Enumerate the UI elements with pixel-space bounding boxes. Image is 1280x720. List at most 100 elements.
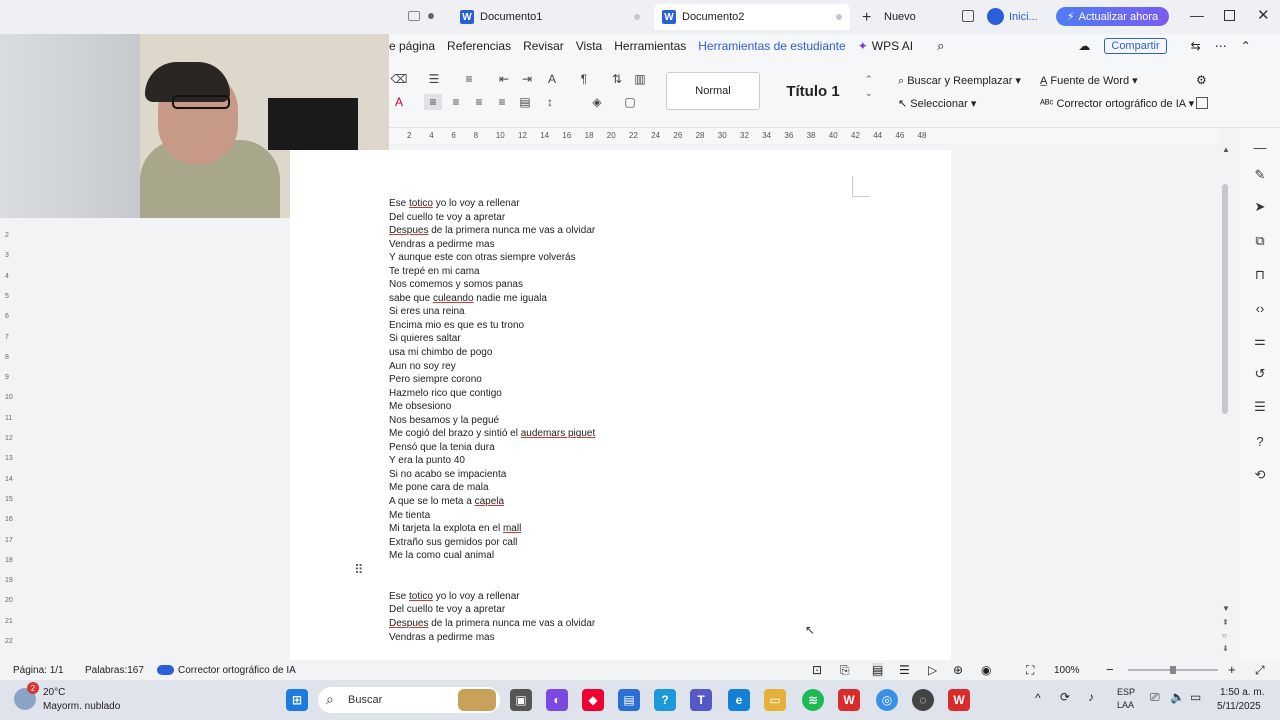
clock-time[interactable]: 1:50 a. m. bbox=[1220, 687, 1264, 698]
restore-icon[interactable] bbox=[1224, 10, 1235, 21]
wps-writer-icon[interactable]: W bbox=[948, 689, 970, 711]
document-line[interactable]: Pensó que la tenia dura bbox=[389, 441, 595, 455]
drag-handle-icon[interactable]: ⠿ bbox=[354, 562, 364, 578]
read-mode-icon[interactable]: ⊡ bbox=[812, 663, 822, 677]
document-line[interactable]: Y aunque este con otras siempre volverás bbox=[389, 251, 595, 265]
misspelled-word[interactable]: capela bbox=[475, 496, 504, 507]
zoom-level[interactable]: 100% bbox=[1054, 665, 1080, 676]
document-line[interactable]: Me pone cara de mala bbox=[389, 481, 595, 495]
sliders-icon[interactable]: ⚌ bbox=[1251, 332, 1269, 350]
justify-icon[interactable]: ≡ bbox=[493, 94, 511, 110]
document-line[interactable]: Me la como cual animal bbox=[389, 549, 595, 563]
word-count[interactable]: Palabras:167 bbox=[85, 665, 144, 676]
login-button[interactable]: Inici... bbox=[1009, 11, 1038, 23]
settings-icon[interactable]: ⚙ bbox=[1196, 73, 1207, 87]
eye-icon[interactable]: ◉ bbox=[981, 663, 991, 677]
volume-icon[interactable]: 🔈 bbox=[1170, 690, 1185, 704]
highlight-icon[interactable]: A bbox=[390, 94, 408, 110]
tab-close-icon[interactable] bbox=[836, 14, 842, 20]
numbering-icon[interactable]: ≡ bbox=[460, 71, 478, 87]
next-page-icon[interactable]: ⇟ bbox=[1222, 644, 1229, 653]
misspelled-word[interactable]: audemars piguet bbox=[521, 428, 596, 439]
weather-widget[interactable]: 2 bbox=[14, 682, 39, 710]
panel-icon[interactable] bbox=[1196, 97, 1208, 109]
document-line[interactable]: Mi tarjeta la explota en el mall bbox=[389, 522, 595, 536]
collapse-icon[interactable]: ⌃ bbox=[1241, 39, 1251, 53]
share-button[interactable]: Compartir bbox=[1104, 38, 1167, 54]
reset-icon[interactable]: ⟲ bbox=[1251, 466, 1269, 484]
outline-icon[interactable]: ☰ bbox=[899, 663, 910, 677]
align-center-icon[interactable]: ≡ bbox=[447, 94, 465, 110]
align-right-icon[interactable]: ≡ bbox=[470, 94, 488, 110]
mic-icon[interactable]: ♪ bbox=[1088, 690, 1094, 704]
document-line[interactable]: Si no acabo se impacienta bbox=[389, 468, 595, 482]
tab-close-icon[interactable] bbox=[634, 14, 640, 20]
app-red-icon[interactable]: ◆ bbox=[582, 689, 604, 711]
clear-format-icon[interactable]: ⌫ bbox=[390, 71, 408, 87]
help-icon[interactable]: ? bbox=[1251, 432, 1269, 450]
document-line[interactable]: Si eres una reina bbox=[389, 305, 595, 319]
document-line[interactable]: Si quieres saltar bbox=[389, 332, 595, 346]
prev-page-icon[interactable]: ⇞ bbox=[1222, 618, 1229, 627]
menu-review[interactable]: Revisar bbox=[523, 39, 564, 53]
lang-primary[interactable]: ESP bbox=[1117, 687, 1135, 697]
distribute-icon[interactable]: ▤ bbox=[516, 94, 534, 110]
document-line[interactable]: Aun no soy rey bbox=[389, 360, 595, 374]
ai-spell-toggle[interactable] bbox=[157, 665, 174, 675]
document-line[interactable]: Despues de la primera nunca me vas a olv… bbox=[389, 224, 595, 238]
start-icon[interactable]: ⊞ bbox=[286, 689, 308, 711]
style-normal[interactable]: Normal bbox=[666, 72, 760, 110]
document-line[interactable] bbox=[389, 576, 595, 590]
find-replace-button[interactable]: ⌕ Buscar y Reemplazar ▾ bbox=[898, 74, 1021, 88]
document-line[interactable]: Encima mio es que es tu trono bbox=[389, 319, 595, 333]
document-line[interactable]: usa mi chimbo de pogo bbox=[389, 346, 595, 360]
document-body[interactable]: Ese totico yo lo voy a rellenar Del cuell… bbox=[389, 197, 595, 644]
minimize-icon[interactable]: — bbox=[1190, 7, 1204, 23]
columns-icon[interactable]: ▥ bbox=[631, 71, 649, 87]
document-line[interactable]: Nos comemos y somos panas bbox=[389, 278, 595, 292]
cloud-icon[interactable]: ☁ bbox=[1078, 39, 1090, 53]
app-circle-icon[interactable]: ◌ bbox=[912, 689, 934, 711]
list-icon[interactable]: ☰ bbox=[1251, 398, 1269, 416]
paragraph-mark-icon[interactable]: ¶ bbox=[575, 71, 593, 87]
close-icon[interactable]: ✕ bbox=[1257, 6, 1270, 24]
help-app-icon[interactable]: ? bbox=[654, 689, 676, 711]
tab-documento1[interactable]: W Documento1 bbox=[452, 4, 648, 30]
align-left-icon[interactable]: ≡ bbox=[424, 94, 442, 110]
weather-desc[interactable]: Mayorm. nublado bbox=[43, 701, 120, 712]
style-title1[interactable]: Título 1 bbox=[766, 72, 860, 110]
weather-temp[interactable]: 20°C bbox=[43, 687, 65, 698]
store-icon[interactable]: ▤ bbox=[618, 689, 640, 711]
outdent-icon[interactable]: ⇤ bbox=[495, 71, 513, 87]
misspelled-word[interactable]: culeando bbox=[433, 293, 474, 304]
tabs-icon[interactable] bbox=[962, 10, 974, 22]
lock-icon[interactable]: ⊓ bbox=[1251, 266, 1269, 284]
fullscreen-icon[interactable]: ⤢ bbox=[1255, 663, 1265, 678]
document-line[interactable]: Me tienta bbox=[389, 509, 595, 523]
bullets-icon[interactable]: ☰ bbox=[425, 71, 443, 87]
fit-icon[interactable]: ⛶ bbox=[1026, 663, 1034, 678]
copilot-icon[interactable]: ◐ bbox=[546, 689, 568, 711]
page-count[interactable]: Página: 1/1 bbox=[13, 665, 64, 676]
code-icon[interactable]: ‹› bbox=[1251, 299, 1269, 317]
document-line[interactable] bbox=[389, 563, 595, 577]
wps-icon[interactable]: W bbox=[838, 689, 860, 711]
sort-icon[interactable]: ⇅ bbox=[608, 71, 626, 87]
misspelled-word[interactable]: Despues bbox=[389, 618, 428, 629]
dot-icon[interactable] bbox=[428, 13, 434, 19]
play-icon[interactable]: ▷ bbox=[928, 663, 937, 677]
shading-icon[interactable]: ◈ bbox=[588, 94, 606, 110]
styles-scroll-icon[interactable]: ⌃ bbox=[865, 74, 873, 85]
vertical-scrollbar[interactable] bbox=[1222, 184, 1228, 414]
file-explorer-icon[interactable]: ▭ bbox=[764, 689, 786, 711]
styles-more-icon[interactable]: ⌄ bbox=[865, 88, 873, 99]
window-icon[interactable] bbox=[408, 11, 420, 21]
document-line[interactable]: Y era la punto 40 bbox=[389, 454, 595, 468]
menu-view[interactable]: Vista bbox=[576, 39, 602, 53]
misspelled-word[interactable]: totico bbox=[409, 198, 433, 209]
document-line[interactable]: Hazmelo rico que contigo bbox=[389, 387, 595, 401]
document-line[interactable]: sabe que culeando nadie me iguala bbox=[389, 292, 595, 306]
document-line[interactable]: Ese totico yo lo voy a rellenar bbox=[389, 197, 595, 211]
plus-icon[interactable]: + bbox=[862, 9, 871, 27]
export-icon[interactable]: ⇆ bbox=[1191, 39, 1201, 53]
